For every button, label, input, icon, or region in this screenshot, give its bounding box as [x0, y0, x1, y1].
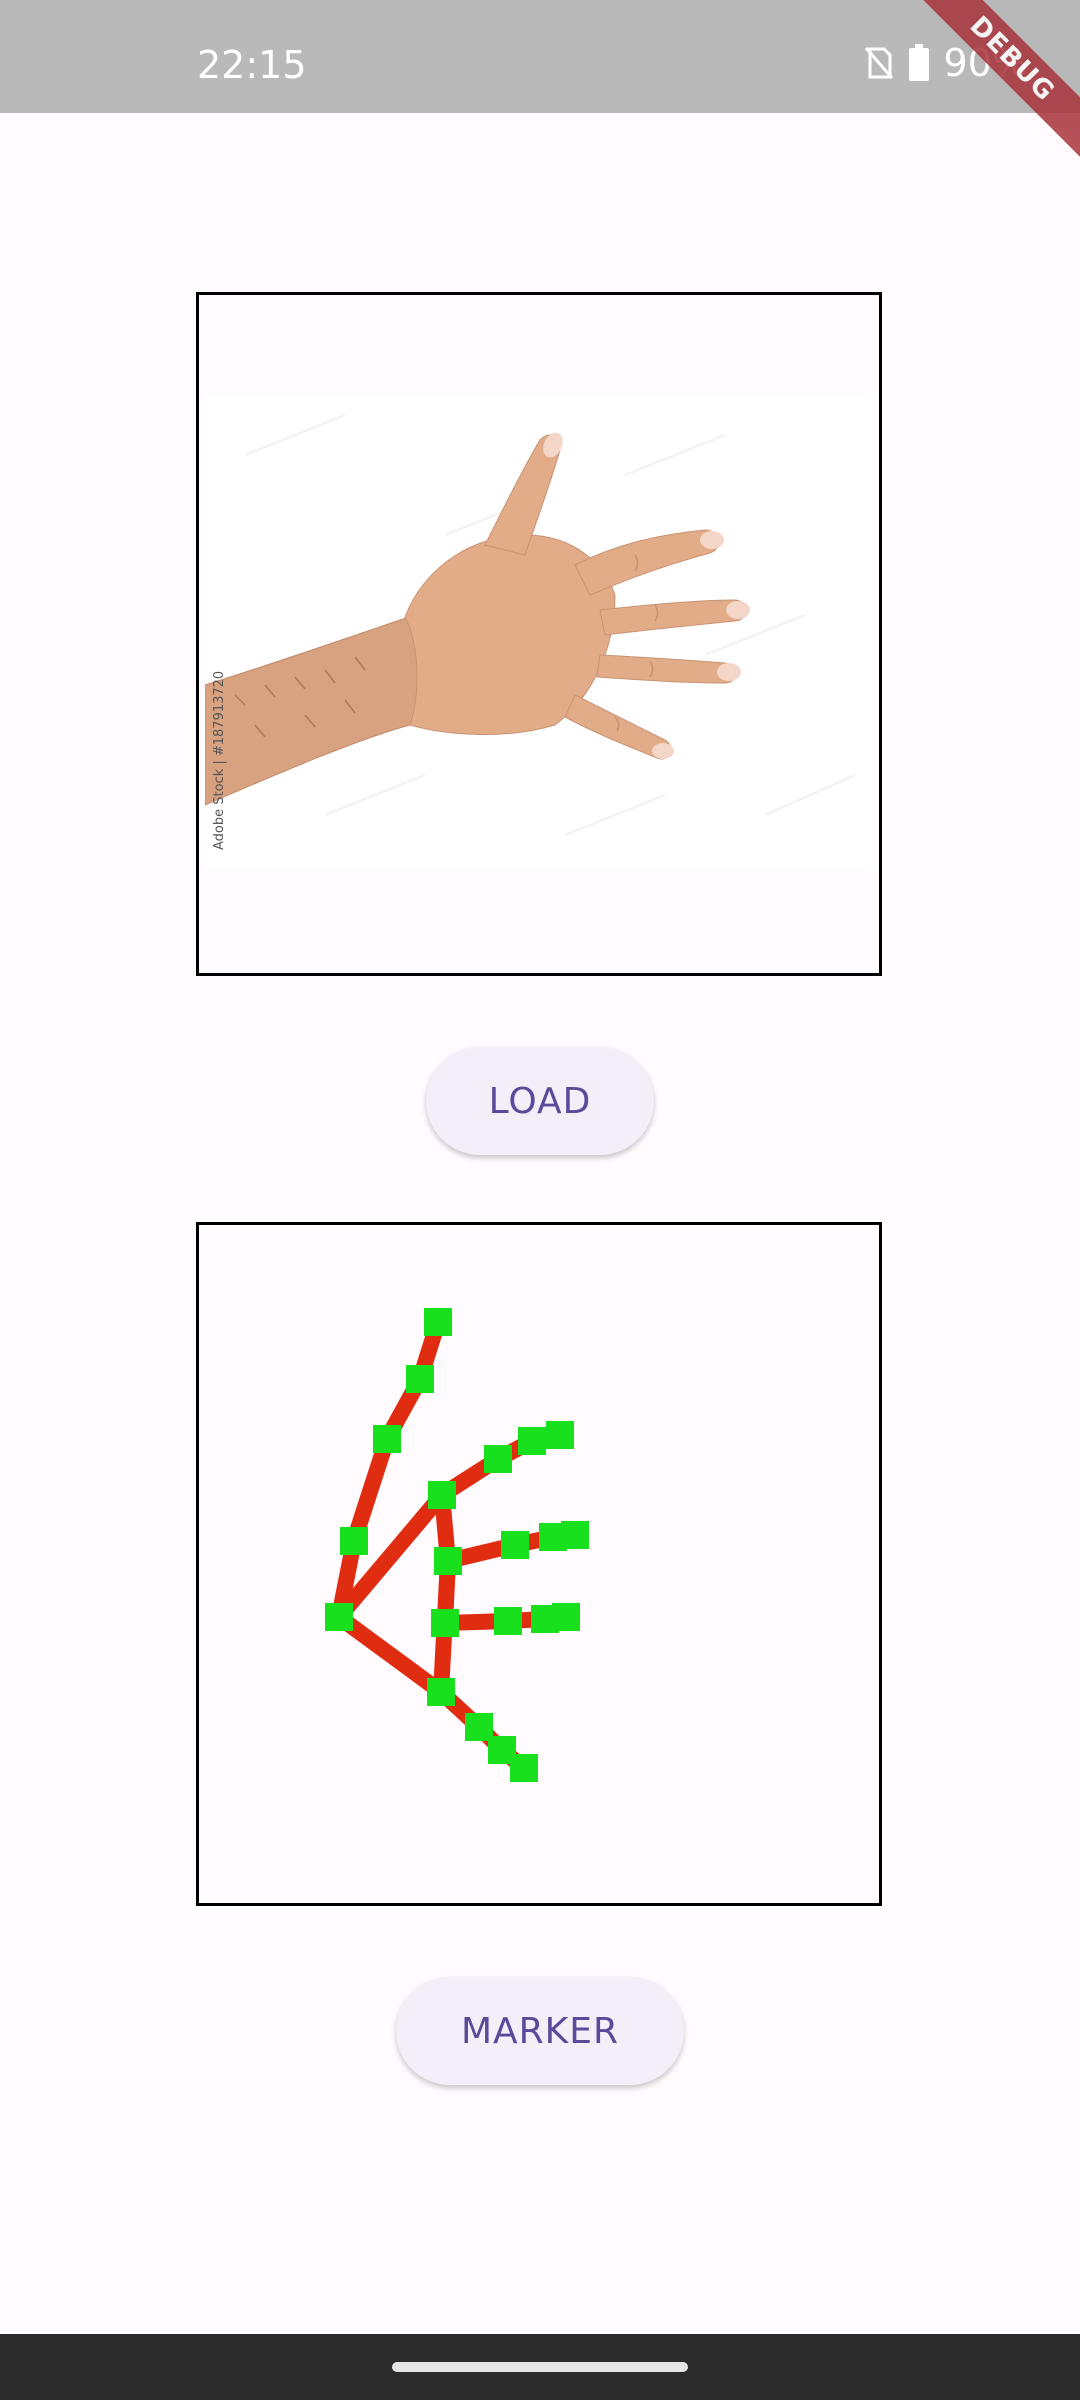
joint-ring-tip [552, 1603, 580, 1631]
marker-button[interactable]: MARKER [396, 1977, 684, 2085]
home-gesture-handle[interactable] [392, 2362, 688, 2372]
joint-pinky-tip [510, 1754, 538, 1782]
no-sim-icon [864, 47, 893, 79]
joint-pinky-base [427, 1678, 455, 1706]
status-bar: 22:15 90% [0, 0, 1080, 113]
hand-marker-frame [196, 1222, 882, 1906]
hand-photo-illustration: Adobe Stock | #187913720 [204, 414, 856, 850]
joint-thumb-1 [340, 1527, 368, 1555]
joint-index-3 [518, 1427, 546, 1455]
joint-thumb-2 [373, 1425, 401, 1453]
joint-ring-base [431, 1609, 459, 1637]
joint-middle-2 [501, 1531, 529, 1559]
hand-image-frame: Adobe Stock | #187913720 [196, 292, 882, 976]
joint-index-base [428, 1481, 456, 1509]
joint-index-tip [546, 1421, 574, 1449]
status-icons: 90% [864, 44, 1028, 82]
joint-middle-tip [561, 1521, 589, 1549]
joint-ring-2 [494, 1607, 522, 1635]
joint-wrist [325, 1603, 353, 1631]
status-time: 22:15 [197, 43, 307, 87]
joint-middle-base [434, 1547, 462, 1575]
photo-watermark: Adobe Stock | #187913720 [212, 671, 227, 850]
battery-percent: 90% [943, 41, 1028, 85]
battery-icon [908, 44, 929, 81]
joint-index-2 [484, 1445, 512, 1473]
joint-thumb-3 [406, 1365, 434, 1393]
load-button[interactable]: LOAD [426, 1047, 654, 1155]
hand-photo: Adobe Stock | #187913720 [204, 395, 873, 869]
hand-landmark-skeleton [325, 1308, 589, 1782]
navigation-bar [0, 2334, 1080, 2400]
joint-thumb-tip [424, 1308, 452, 1336]
